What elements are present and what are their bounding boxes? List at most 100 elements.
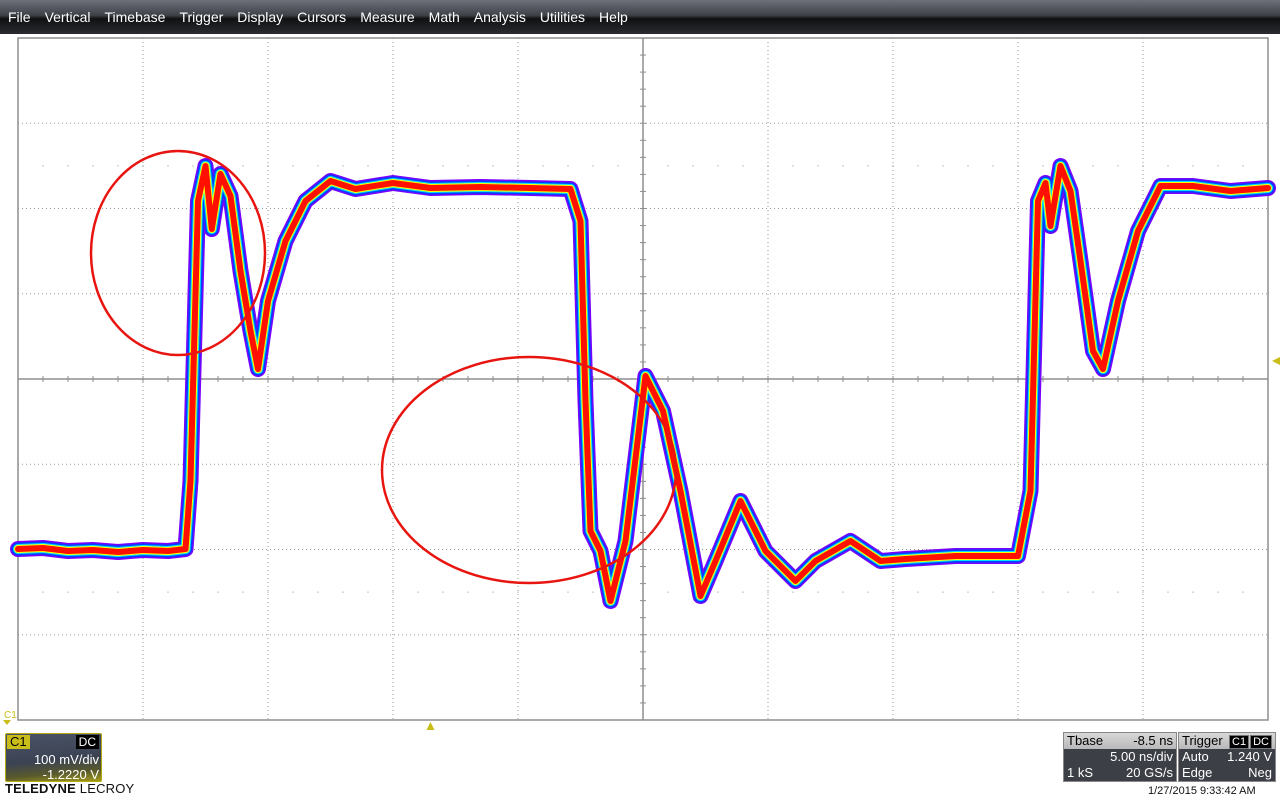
trigger-header: Trigger C1 DC [1179,733,1275,749]
grid-subdot [542,591,544,593]
grid-subdot [767,591,769,593]
grid-subdot [292,591,294,593]
grid-subdot [442,591,444,593]
grid-subdot [92,591,94,593]
timestamp: 1/27/2015 9:33:42 AM [1148,785,1256,797]
grid-subdot [567,591,569,593]
grid-subdot [542,165,544,167]
grid-subdot [1042,165,1044,167]
grid-subdot [967,165,969,167]
channel-label: C1 [7,735,30,749]
grid-subdot [1192,591,1194,593]
grid-subdot [1242,165,1244,167]
grid-subdot [1067,591,1069,593]
grid-subdot [167,591,169,593]
grid-subdot [417,591,419,593]
timebase-delay: -8.5 ns [1133,733,1173,748]
timebase-scale: 5.00 ns/div [1110,749,1173,764]
grid-subdot [467,591,469,593]
trigger-time-marker [426,722,435,730]
grid-subdot [567,165,569,167]
grid-subdot [942,591,944,593]
trigger-source-badge: C1 [1229,735,1250,749]
grid-subdot [1217,591,1219,593]
trigger-slope: Neg [1248,765,1272,780]
grid-subdot [1167,591,1169,593]
grid-subdot [1042,591,1044,593]
grid-subdot [867,591,869,593]
grid-subdot [1117,591,1119,593]
grid-subdot [192,165,194,167]
grid-subdot [142,165,144,167]
channel-c1-descriptor[interactable]: C1 DC 100 mV/div -1.2220 V [5,733,102,782]
grid-subdot [917,165,919,167]
brand-logo: TELEDYNE LECROY [5,781,134,796]
grid-subdot [242,165,244,167]
grid-subdot [792,591,794,593]
trigger-title: Trigger [1182,733,1223,748]
grid-subdot [1167,165,1169,167]
channel-ground-marker-icon [3,720,11,725]
grid-subdot [117,591,119,593]
grid-subdot [467,165,469,167]
grid-subdot [42,591,44,593]
grid-subdot [392,591,394,593]
vertical-offset: -1.2220 V [42,767,99,782]
grid-subdot [217,591,219,593]
grid-subdot [892,165,894,167]
grid-subdot [317,591,319,593]
grid-subdot [142,591,144,593]
grid-subdot [492,165,494,167]
grid-subdot [842,165,844,167]
grid-subdot [67,165,69,167]
grid-subdot [1092,591,1094,593]
grid-subdot [967,591,969,593]
grid-subdot [667,591,669,593]
grid-subdot [892,591,894,593]
grid-subdot [767,165,769,167]
grid-subdot [367,591,369,593]
grid-subdot [1092,165,1094,167]
grid-subdot [217,165,219,167]
trigger-coupling-badge: DC [1250,735,1272,749]
grid-subdot [592,165,594,167]
timebase-header: Tbase -8.5 ns [1064,733,1176,749]
grid-subdot [1192,165,1194,167]
grid-subdot [392,165,394,167]
grid-subdot [242,591,244,593]
grid-subdot [317,165,319,167]
grid-subdot [742,591,744,593]
grid-subdot [342,591,344,593]
timebase-descriptor[interactable]: Tbase -8.5 ns 5.00 ns/div 1 kS 20 GS/s [1063,732,1177,782]
trigger-level: 1.240 V [1227,749,1272,764]
grid-subdot [492,591,494,593]
grid-subdot [992,591,994,593]
vertical-scale: 100 mV/div [33,752,99,767]
grid-subdot [592,591,594,593]
grid-subdot [1142,165,1144,167]
brand-bold: TELEDYNE [5,781,76,796]
trigger-descriptor[interactable]: Trigger C1 DC Auto 1.240 V Edge Neg [1178,732,1276,782]
grid-subdot [992,165,994,167]
brand-light: LECROY [75,781,135,796]
grid-subdot [1017,165,1019,167]
grid-subdot [42,165,44,167]
grid-subdot [342,165,344,167]
grid-subdot [1242,591,1244,593]
grid-subdot [717,165,719,167]
grid-subdot [817,165,819,167]
grid-subdot [792,165,794,167]
grid-subdot [867,165,869,167]
sample-count: 1 kS [1067,765,1094,780]
grid-subdot [517,165,519,167]
trigger-mode: Auto [1182,749,1209,764]
grid-subdot [742,165,744,167]
timebase-title: Tbase [1067,733,1104,748]
grid-subdot [692,165,694,167]
waveform-display: C1 [3,37,1280,730]
grid-subdot [817,591,819,593]
grid-subdot [717,591,719,593]
coupling-badge: DC [75,735,99,749]
channel-ground-marker-label: C1 [4,710,17,721]
grid-subdot [1117,165,1119,167]
